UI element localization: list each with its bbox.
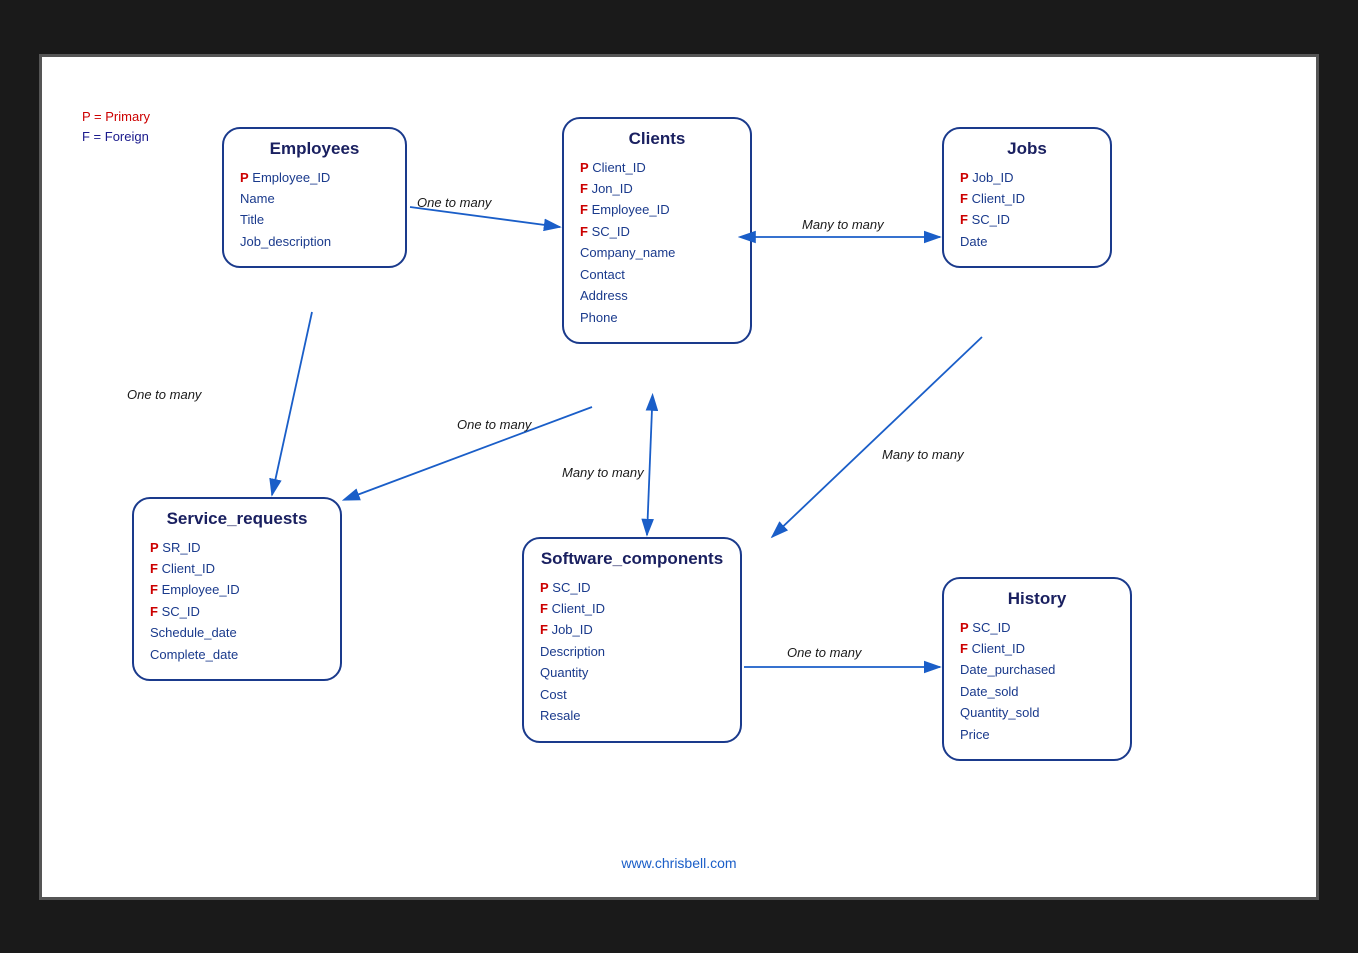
- clients-field-7: Address: [580, 285, 734, 306]
- service-field-3: F Employee_ID: [150, 579, 324, 600]
- footer-url: www.chrisbell.com: [72, 855, 1286, 877]
- software-field-4: Description: [540, 641, 724, 662]
- history-field-1: P SC_ID: [960, 617, 1114, 638]
- clients-field-8: Phone: [580, 307, 734, 328]
- label-clients-jobs: Many to many: [802, 217, 884, 232]
- clients-field-5: Company_name: [580, 242, 734, 263]
- table-clients: Clients P Client_ID F Jon_ID F Employee_…: [562, 117, 752, 345]
- history-field-4: Date_sold: [960, 681, 1114, 702]
- service-field-2: F Client_ID: [150, 558, 324, 579]
- table-employees: Employees P Employee_ID Name Title Job_d…: [222, 127, 407, 269]
- legend-f-label: F = Foreign: [82, 129, 149, 144]
- arrow-clients-software: [647, 409, 652, 535]
- employees-field-2: Name: [240, 188, 389, 209]
- history-field-5: Quantity_sold: [960, 702, 1114, 723]
- software-field-2: F Client_ID: [540, 598, 724, 619]
- clients-field-3: F Employee_ID: [580, 199, 734, 220]
- employees-field-3: Title: [240, 209, 389, 230]
- label-emp-service: One to many: [127, 387, 201, 402]
- employees-field-1: P Employee_ID: [240, 167, 389, 188]
- legend: P = Primary F = Foreign: [82, 107, 150, 149]
- label-clients-software: Many to many: [562, 465, 644, 480]
- clients-field-2: F Jon_ID: [580, 178, 734, 199]
- diagram-frame: P = Primary F = Foreign Employees P Empl…: [39, 54, 1319, 900]
- software-field-5: Quantity: [540, 662, 724, 683]
- diagram-area: P = Primary F = Foreign Employees P Empl…: [72, 87, 1286, 847]
- jobs-field-4: Date: [960, 231, 1094, 252]
- clients-title: Clients: [580, 129, 734, 149]
- table-jobs: Jobs P Job_ID F Client_ID F SC_ID Date: [942, 127, 1112, 269]
- table-software-components: Software_components P SC_ID F Client_ID …: [522, 537, 742, 743]
- clients-field-1: P Client_ID: [580, 157, 734, 178]
- service-field-1: P SR_ID: [150, 537, 324, 558]
- legend-p-label: P = Primary: [82, 109, 150, 124]
- jobs-field-1: P Job_ID: [960, 167, 1094, 188]
- clients-field-6: Contact: [580, 264, 734, 285]
- software-field-1: P SC_ID: [540, 577, 724, 598]
- jobs-title: Jobs: [960, 139, 1094, 159]
- label-software-history: One to many: [787, 645, 861, 660]
- software-field-6: Cost: [540, 684, 724, 705]
- service-field-6: Complete_date: [150, 644, 324, 665]
- table-history: History P SC_ID F Client_ID Date_purchas…: [942, 577, 1132, 762]
- table-service-requests: Service_requests P SR_ID F Client_ID F E…: [132, 497, 342, 682]
- service-field-5: Schedule_date: [150, 622, 324, 643]
- history-title: History: [960, 589, 1114, 609]
- history-field-2: F Client_ID: [960, 638, 1114, 659]
- arrow-emp-clients: [410, 207, 560, 227]
- label-emp-clients: One to many: [417, 195, 491, 210]
- arrow-jobs-software: [772, 337, 982, 537]
- jobs-field-2: F Client_ID: [960, 188, 1094, 209]
- software-title: Software_components: [540, 549, 724, 569]
- clients-field-4: F SC_ID: [580, 221, 734, 242]
- software-field-3: F Job_ID: [540, 619, 724, 640]
- employees-title: Employees: [240, 139, 389, 159]
- label-clients-service: One to many: [457, 417, 531, 432]
- history-field-6: Price: [960, 724, 1114, 745]
- label-jobs-software: Many to many: [882, 447, 964, 462]
- arrow-emp-service: [272, 312, 312, 495]
- employees-field-4: Job_description: [240, 231, 389, 252]
- service-title: Service_requests: [150, 509, 324, 529]
- jobs-field-3: F SC_ID: [960, 209, 1094, 230]
- history-field-3: Date_purchased: [960, 659, 1114, 680]
- software-field-7: Resale: [540, 705, 724, 726]
- service-field-4: F SC_ID: [150, 601, 324, 622]
